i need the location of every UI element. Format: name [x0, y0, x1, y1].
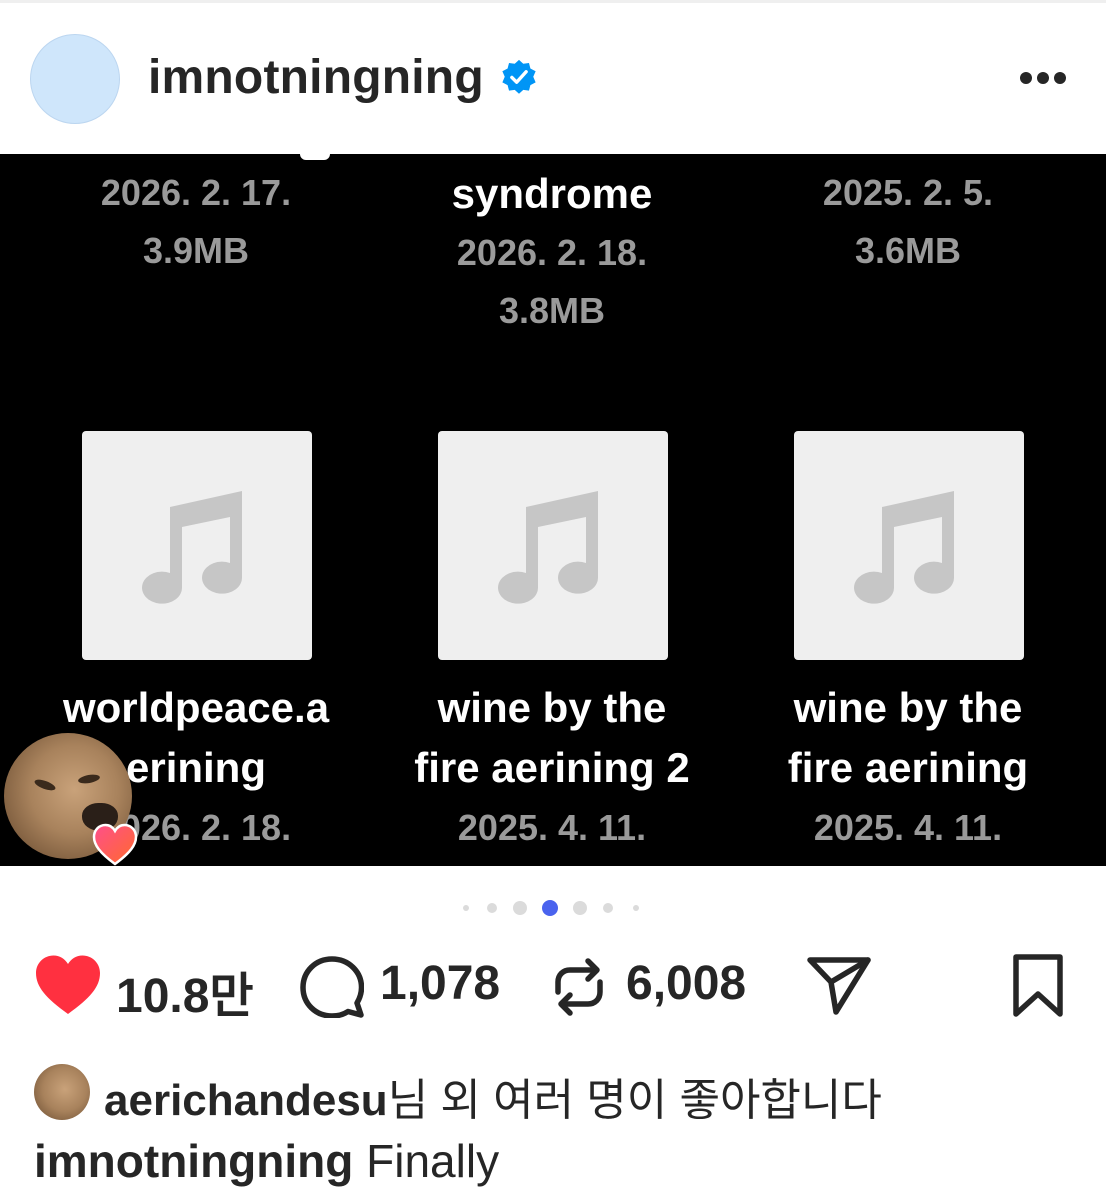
- pagination-dot: [513, 901, 527, 915]
- file-name-line: fire aerining: [787, 744, 1029, 791]
- music-note-icon: [142, 491, 243, 604]
- liker-mini-avatar: [34, 1064, 90, 1120]
- file-date: 2025. 4. 11.: [813, 807, 1003, 848]
- file-item-top-1: 2026. 2. 17. 3.9MB: [26, 164, 366, 280]
- repost-icon[interactable]: [550, 958, 608, 1016]
- audio-thumbnail: [438, 431, 668, 660]
- file-size: 3.9MB: [142, 230, 250, 271]
- file-name-line: wine by the: [793, 684, 1023, 731]
- pagination-dot: [573, 901, 587, 915]
- file-date: 2026. 2. 18.: [456, 232, 648, 273]
- liked-by-text: aerichandesu님 외 여러 명이 좋아합니다: [104, 1064, 882, 1128]
- audio-thumbnail: [82, 431, 312, 660]
- liker-username[interactable]: aerichandesu: [104, 1076, 388, 1125]
- post-caption: imnotningning Finally: [34, 1134, 499, 1188]
- file-size: 3.6MB: [854, 230, 962, 271]
- file-date: 2025. 4. 11.: [457, 807, 647, 848]
- file-item-top-2: syndrome 2026. 2. 18. 3.8MB: [382, 164, 722, 340]
- file-name: syndrome: [451, 170, 653, 217]
- repost-count[interactable]: 6,008: [626, 956, 746, 1011]
- pagination-dot: [633, 905, 639, 911]
- comment-count[interactable]: 1,078: [380, 956, 500, 1011]
- file-item-top-3: 2025. 2. 5. 3.6MB: [738, 164, 1078, 280]
- pagination-dot: [542, 900, 558, 916]
- pagination-dot: [463, 905, 469, 911]
- author-avatar[interactable]: [30, 34, 120, 124]
- file-name-line: fire aerining 2: [414, 744, 690, 791]
- more-options-icon[interactable]: [1020, 72, 1066, 86]
- post-media[interactable]: 2026. 2. 17. 3.9MB syndrome 2026. 2. 18.…: [0, 154, 1106, 866]
- post-header: imnotningning: [0, 0, 1106, 154]
- file-item-bottom-3: wine by the fire aerining 2025. 4. 11.: [738, 678, 1078, 858]
- pagination-dot: [487, 903, 497, 913]
- like-count[interactable]: 10.8만: [116, 956, 254, 1026]
- caption-text: Finally: [366, 1135, 500, 1187]
- file-name-line: wine by the: [437, 684, 667, 731]
- carousel-pagination: [460, 900, 650, 916]
- author-username[interactable]: imnotningning: [148, 50, 484, 105]
- comment-icon[interactable]: [300, 956, 364, 1018]
- music-note-icon: [498, 491, 599, 604]
- verified-badge-icon: [502, 59, 536, 94]
- file-item-bottom-2: wine by the fire aerining 2 2025. 4. 11.: [382, 678, 722, 858]
- bookmark-icon[interactable]: [1012, 954, 1064, 1018]
- clipped-glyph: [300, 154, 330, 160]
- music-note-icon: [854, 491, 955, 604]
- share-send-icon[interactable]: [806, 956, 872, 1016]
- audio-thumbnail: [794, 431, 1024, 660]
- liked-by-suffix: 님 외 여러 명이 좋아합니다: [387, 1076, 882, 1125]
- file-date: 2026. 2. 17.: [100, 172, 292, 213]
- file-date: 2025. 2. 5.: [822, 172, 994, 213]
- action-bar: 10.8만 1,078 6,008: [0, 950, 1106, 1023]
- heart-badge-icon: [92, 823, 138, 866]
- caption-username[interactable]: imnotningning: [34, 1135, 353, 1187]
- pagination-dot: [603, 903, 613, 913]
- like-heart-icon[interactable]: [34, 954, 102, 1016]
- file-size: 3.8MB: [498, 290, 606, 331]
- file-name-line: worldpeace.a: [62, 684, 330, 731]
